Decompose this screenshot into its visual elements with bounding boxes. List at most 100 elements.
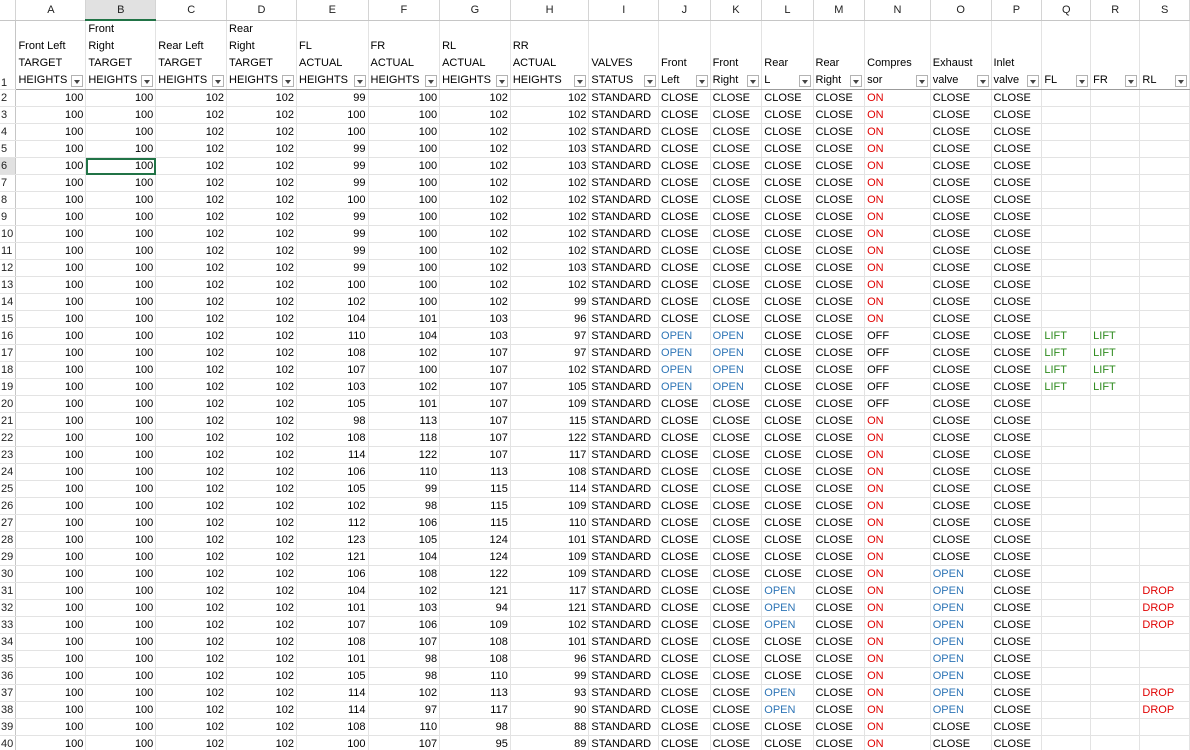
- cell-d39[interactable]: 102: [226, 718, 298, 736]
- cell-n19[interactable]: OFF: [864, 378, 931, 396]
- cell-n28[interactable]: ON: [864, 531, 931, 549]
- cell-c6[interactable]: 102: [155, 157, 228, 175]
- cell-l16[interactable]: CLOSE: [761, 327, 814, 345]
- cell-k22[interactable]: CLOSE: [710, 429, 763, 447]
- row-header-21[interactable]: 21: [0, 412, 17, 430]
- cell-c32[interactable]: 102: [155, 599, 228, 617]
- cell-i30[interactable]: STANDARD: [588, 565, 660, 583]
- cell-h40[interactable]: 89: [510, 735, 590, 750]
- cell-a33[interactable]: 100: [15, 616, 87, 634]
- row-header-26[interactable]: 26: [0, 497, 17, 515]
- cell-g27[interactable]: 115: [439, 514, 511, 532]
- cell-n11[interactable]: ON: [864, 242, 931, 260]
- cell-e24[interactable]: 106: [296, 463, 369, 481]
- cell-k10[interactable]: CLOSE: [710, 225, 763, 243]
- cell-r33[interactable]: [1090, 616, 1141, 634]
- cell-b22[interactable]: 100: [85, 429, 157, 447]
- cell-p4[interactable]: CLOSE: [991, 123, 1043, 141]
- row-header-14[interactable]: 14: [0, 293, 17, 311]
- cell-d30[interactable]: 102: [226, 565, 298, 583]
- cell-s27[interactable]: [1139, 514, 1190, 532]
- cell-s23[interactable]: [1139, 446, 1190, 464]
- cell-o37[interactable]: OPEN: [930, 684, 992, 702]
- cell-m15[interactable]: CLOSE: [813, 310, 866, 328]
- cell-n40[interactable]: ON: [864, 735, 931, 750]
- cell-f31[interactable]: 102: [368, 582, 441, 600]
- cell-h17[interactable]: 97: [510, 344, 590, 362]
- cell-s38[interactable]: DROP: [1139, 701, 1190, 719]
- cell-l2[interactable]: CLOSE: [761, 89, 814, 107]
- column-header-e[interactable]: E: [296, 0, 369, 21]
- cell-o32[interactable]: OPEN: [930, 599, 992, 617]
- cell-q25[interactable]: [1041, 480, 1092, 498]
- cell-h27[interactable]: 110: [510, 514, 590, 532]
- cell-a26[interactable]: 100: [15, 497, 87, 515]
- cell-r22[interactable]: [1090, 429, 1141, 447]
- cell-c29[interactable]: 102: [155, 548, 228, 566]
- cell-s39[interactable]: [1139, 718, 1190, 736]
- cell-g32[interactable]: 94: [439, 599, 511, 617]
- cell-p24[interactable]: CLOSE: [991, 463, 1043, 481]
- cell-d37[interactable]: 102: [226, 684, 298, 702]
- cell-l12[interactable]: CLOSE: [761, 259, 814, 277]
- cell-b27[interactable]: 100: [85, 514, 157, 532]
- cell-c3[interactable]: 102: [155, 106, 228, 124]
- column-title-o[interactable]: Exhaust valve: [930, 20, 992, 90]
- cell-m13[interactable]: CLOSE: [813, 276, 866, 294]
- cell-p5[interactable]: CLOSE: [991, 140, 1043, 158]
- cell-i2[interactable]: STANDARD: [588, 89, 660, 107]
- cell-d2[interactable]: 102: [226, 89, 298, 107]
- cell-d28[interactable]: 102: [226, 531, 298, 549]
- cell-l11[interactable]: CLOSE: [761, 242, 814, 260]
- cell-e32[interactable]: 101: [296, 599, 369, 617]
- cell-o17[interactable]: CLOSE: [930, 344, 992, 362]
- cell-r8[interactable]: [1090, 191, 1141, 209]
- cell-b18[interactable]: 100: [85, 361, 157, 379]
- cell-j32[interactable]: CLOSE: [658, 599, 711, 617]
- cell-k7[interactable]: CLOSE: [710, 174, 763, 192]
- cell-g15[interactable]: 103: [439, 310, 511, 328]
- cell-m3[interactable]: CLOSE: [813, 106, 866, 124]
- cell-p7[interactable]: CLOSE: [991, 174, 1043, 192]
- cell-d25[interactable]: 102: [226, 480, 298, 498]
- cell-n7[interactable]: ON: [864, 174, 931, 192]
- cell-d14[interactable]: 102: [226, 293, 298, 311]
- cell-e2[interactable]: 99: [296, 89, 369, 107]
- cell-d32[interactable]: 102: [226, 599, 298, 617]
- cell-n38[interactable]: ON: [864, 701, 931, 719]
- cell-k5[interactable]: CLOSE: [710, 140, 763, 158]
- cell-l22[interactable]: CLOSE: [761, 429, 814, 447]
- cell-l15[interactable]: CLOSE: [761, 310, 814, 328]
- cell-h23[interactable]: 117: [510, 446, 590, 464]
- cell-l31[interactable]: OPEN: [761, 582, 814, 600]
- cell-m38[interactable]: CLOSE: [813, 701, 866, 719]
- row-header-4[interactable]: 4: [0, 123, 17, 141]
- cell-c7[interactable]: 102: [155, 174, 228, 192]
- cell-j31[interactable]: CLOSE: [658, 582, 711, 600]
- cell-p37[interactable]: CLOSE: [991, 684, 1043, 702]
- cell-d10[interactable]: 102: [226, 225, 298, 243]
- cell-n2[interactable]: ON: [864, 89, 931, 107]
- cell-l32[interactable]: OPEN: [761, 599, 814, 617]
- cell-h5[interactable]: 103: [510, 140, 590, 158]
- cell-c11[interactable]: 102: [155, 242, 228, 260]
- cell-a11[interactable]: 100: [15, 242, 87, 260]
- cell-q32[interactable]: [1041, 599, 1092, 617]
- cell-b16[interactable]: 100: [85, 327, 157, 345]
- cell-j23[interactable]: CLOSE: [658, 446, 711, 464]
- cell-g12[interactable]: 102: [439, 259, 511, 277]
- cell-e23[interactable]: 114: [296, 446, 369, 464]
- cell-i27[interactable]: STANDARD: [588, 514, 660, 532]
- cell-b40[interactable]: 100: [85, 735, 157, 750]
- cell-m33[interactable]: CLOSE: [813, 616, 866, 634]
- cell-c30[interactable]: 102: [155, 565, 228, 583]
- cell-a31[interactable]: 100: [15, 582, 87, 600]
- cell-o34[interactable]: OPEN: [930, 633, 992, 651]
- cell-d9[interactable]: 102: [226, 208, 298, 226]
- cell-j10[interactable]: CLOSE: [658, 225, 711, 243]
- column-header-m[interactable]: M: [813, 0, 866, 21]
- cell-h14[interactable]: 99: [510, 293, 590, 311]
- cell-f23[interactable]: 122: [368, 446, 441, 464]
- cell-g38[interactable]: 117: [439, 701, 511, 719]
- cell-p22[interactable]: CLOSE: [991, 429, 1043, 447]
